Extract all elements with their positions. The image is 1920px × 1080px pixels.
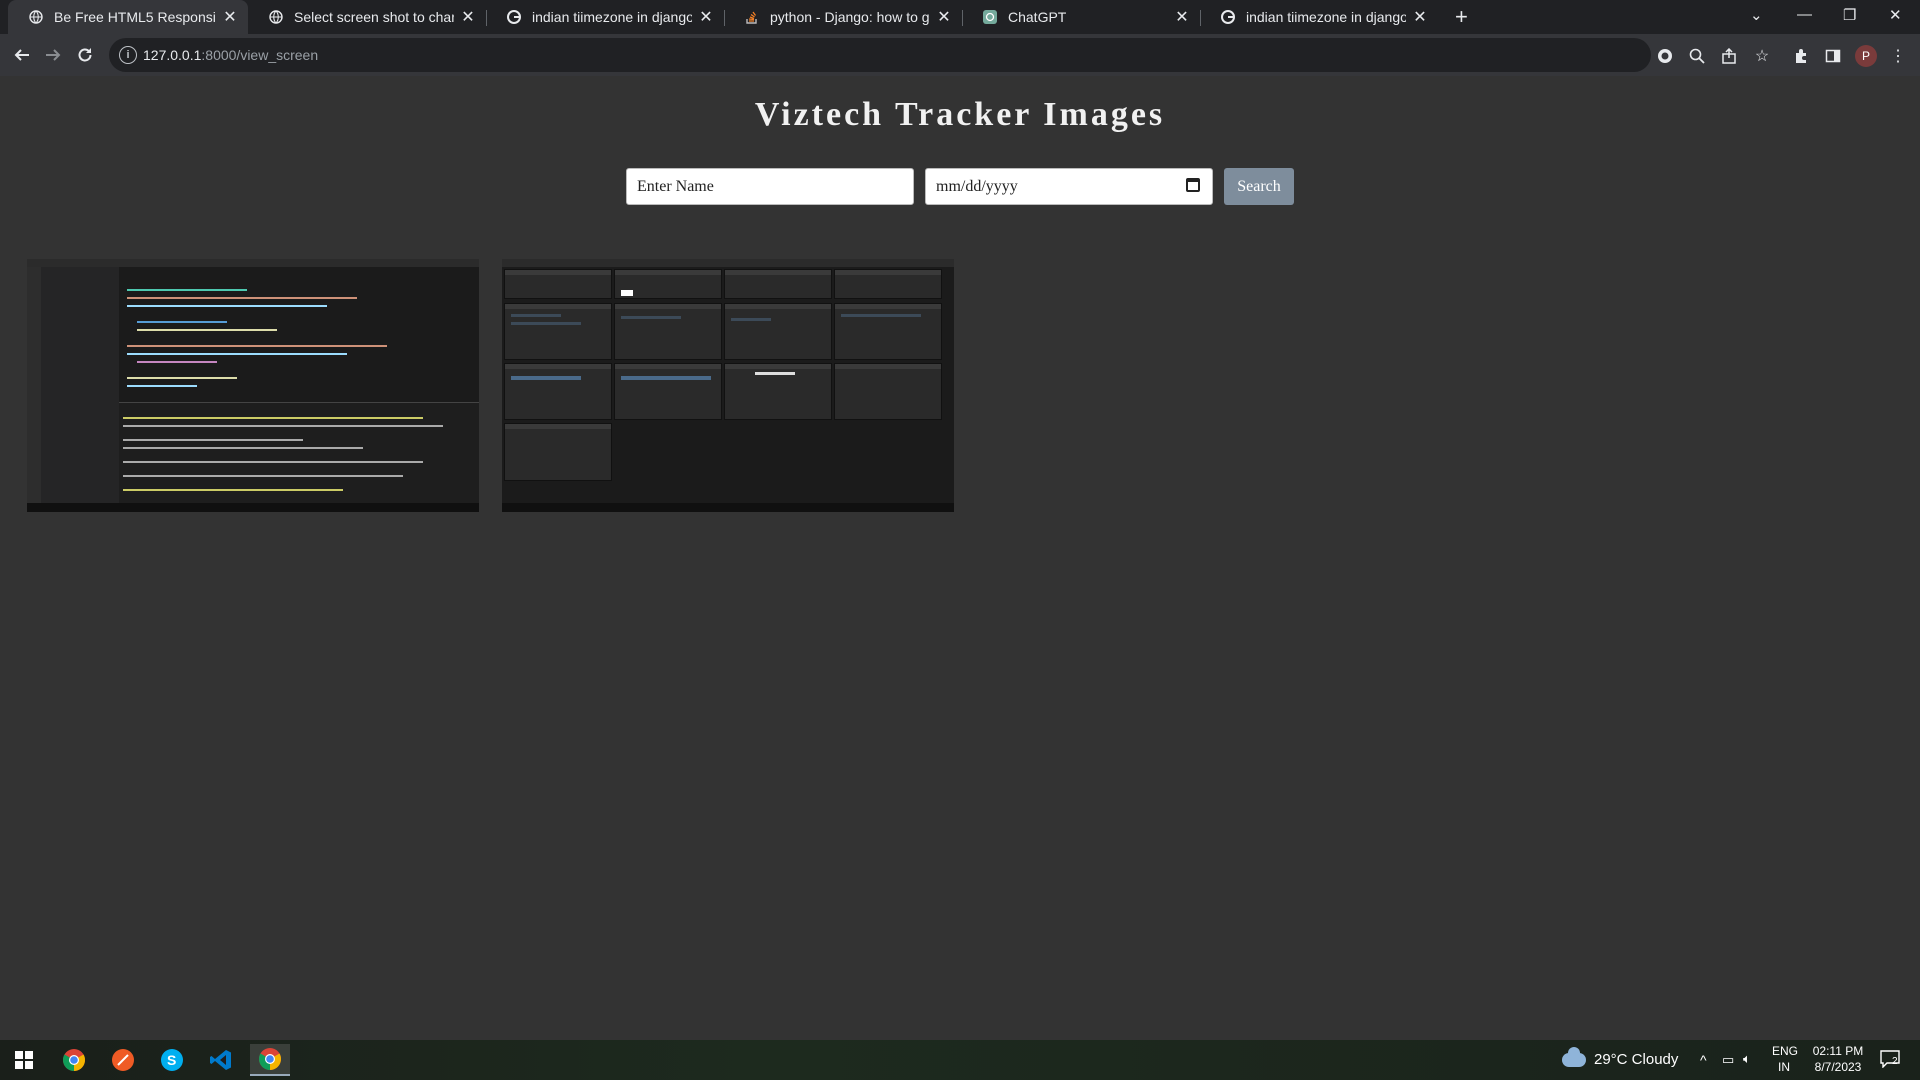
tab-strip: Be Free HTML5 Responsive Temp ✕ Select s… [0,0,1920,34]
tab-title: ChatGPT [1008,9,1067,25]
close-tab-icon[interactable]: ✕ [222,7,238,27]
google-lens-icon[interactable] [1655,46,1675,66]
clock[interactable]: 02:11 PM 8/7/2023 [1808,1044,1868,1074]
screenshot-thumbnail[interactable] [27,259,479,512]
close-tab-icon[interactable]: ✕ [698,7,714,27]
cloud-icon [1562,1046,1586,1067]
google-icon [506,9,522,25]
page-content: Viztech Tracker Images mm/dd/yyyy Search [0,76,1920,1040]
vscode-app-icon[interactable] [201,1044,241,1076]
stackoverflow-icon [744,9,760,25]
browser-tab-2[interactable]: Select screen shot to change | Dj ✕ [248,0,486,34]
back-icon[interactable] [9,42,35,68]
restore-icon[interactable]: ❐ [1843,6,1856,24]
extensions-icon[interactable] [1791,46,1811,66]
screenshot-thumbnail[interactable] [502,259,954,512]
name-search-input[interactable] [626,168,914,205]
close-tab-icon[interactable]: ✕ [1174,7,1190,27]
volume-icon[interactable]: 🔈︎ [1743,1051,1751,1067]
date-input[interactable]: mm/dd/yyyy [925,168,1213,205]
url-text: 127.0.0.1:8000/view_screen [143,47,319,63]
kebab-menu-icon[interactable]: ⋮ [1888,46,1908,66]
search-button[interactable]: Search [1224,168,1294,205]
tab-title: python - Django: how to get form [770,9,930,25]
tab-title: indian tiimezone in django settin [532,9,692,25]
new-tab-button[interactable]: + [1455,4,1468,30]
date-placeholder: mm/dd/yyyy [936,177,1018,195]
chrome-profile-app-icon[interactable] [250,1044,290,1076]
share-icon[interactable] [1719,46,1739,66]
browser-tab-1[interactable]: Be Free HTML5 Responsive Temp ✕ [8,0,248,34]
tab-title: Be Free HTML5 Responsive Temp [54,9,216,25]
globe-icon [268,9,284,25]
address-bar[interactable]: i 127.0.0.1:8000/view_screen [109,38,1651,72]
minimize-icon[interactable]: — [1797,6,1812,23]
site-info-icon[interactable]: i [119,46,137,64]
profile-avatar[interactable]: P [1855,45,1877,67]
weather-widget[interactable]: 29°C Cloudy [1562,1046,1678,1068]
windows-start-icon[interactable] [4,1044,44,1076]
browser-tab-6[interactable]: indian tiimezone in django settin ✕ [1200,0,1438,34]
browser-tab-4[interactable]: python - Django: how to get form ✕ [724,0,962,34]
calendar-icon[interactable] [1186,178,1200,192]
google-icon [1220,9,1236,25]
language-indicator[interactable]: ENG IN [1772,1044,1798,1074]
close-tab-icon[interactable]: ✕ [1412,7,1428,27]
tab-title: indian tiimezone in django settin [1246,9,1406,25]
browser-tab-3[interactable]: indian tiimezone in django settin ✕ [486,0,724,34]
show-hidden-icons-icon[interactable]: ^ [1700,1052,1707,1068]
chrome-app-icon[interactable] [54,1044,94,1076]
bookmark-star-icon[interactable]: ☆ [1752,46,1772,66]
skype-app-icon[interactable]: S [152,1044,192,1076]
side-panel-icon[interactable] [1823,46,1843,66]
tab-title: Select screen shot to change | Dj [294,9,454,25]
close-tab-icon[interactable]: ✕ [936,7,952,27]
browser-tab-5[interactable]: ChatGPT ✕ [962,0,1200,34]
postman-app-icon[interactable] [103,1044,143,1076]
zoom-icon[interactable] [1687,46,1707,66]
close-tab-icon[interactable]: ✕ [460,7,476,27]
globe-icon [28,9,44,25]
notification-center-icon[interactable]: 2 [1880,1050,1900,1071]
network-icon[interactable]: ▭ [1722,1052,1734,1068]
page-title: Viztech Tracker Images [754,96,1166,133]
tab-search-icon[interactable]: ⌄ [1750,6,1763,24]
chatgpt-icon [982,9,998,25]
svg-text:S: S [167,1052,176,1068]
close-window-icon[interactable]: ✕ [1889,6,1902,24]
forward-icon[interactable] [40,42,66,68]
reload-icon[interactable] [72,42,98,68]
